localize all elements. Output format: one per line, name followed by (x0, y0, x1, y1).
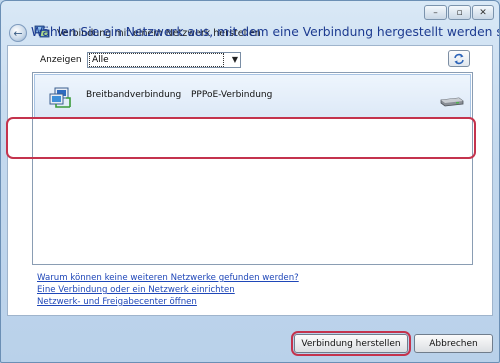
link-setup-connection[interactable]: Eine Verbindung oder ein Netzwerk einric… (37, 285, 235, 295)
network-name: Breitbandverbindung (86, 90, 182, 100)
network-type: PPPoE-Verbindung (191, 90, 273, 100)
chevron-down-icon: ▼ (231, 55, 238, 64)
list-item[interactable]: Breitbandverbindung PPPoE-Verbindung (34, 74, 471, 118)
connect-button[interactable]: Verbindung herstellen (294, 334, 408, 353)
close-button[interactable]: ✕ (472, 5, 494, 20)
filter-dropdown[interactable]: Alle ▼ (87, 52, 241, 68)
filter-selected-value: Alle (89, 53, 224, 67)
link-why-no-networks[interactable]: Warum können keine weiteren Netzwerke ge… (37, 273, 299, 283)
cancel-button[interactable]: Abbrechen (414, 334, 493, 353)
refresh-button[interactable] (448, 50, 470, 67)
back-arrow-icon[interactable]: ← (9, 24, 27, 42)
modem-icon (440, 97, 464, 107)
refresh-icon (454, 53, 464, 64)
broadband-connection-icon (49, 87, 71, 108)
page-heading: Wählen Sie ein Netzwerk aus, mit dem ein… (31, 25, 500, 39)
filter-label: Anzeigen (40, 55, 82, 65)
dialog-window: ← Verbindung mit einem Netzwerk herstell… (0, 0, 500, 363)
maximize-button[interactable]: ▫ (448, 5, 471, 20)
minimize-button[interactable]: – (424, 5, 447, 20)
network-list: Breitbandverbindung PPPoE-Verbindung (32, 72, 473, 265)
link-network-center[interactable]: Netzwerk- und Freigabecenter öffnen (37, 297, 197, 307)
